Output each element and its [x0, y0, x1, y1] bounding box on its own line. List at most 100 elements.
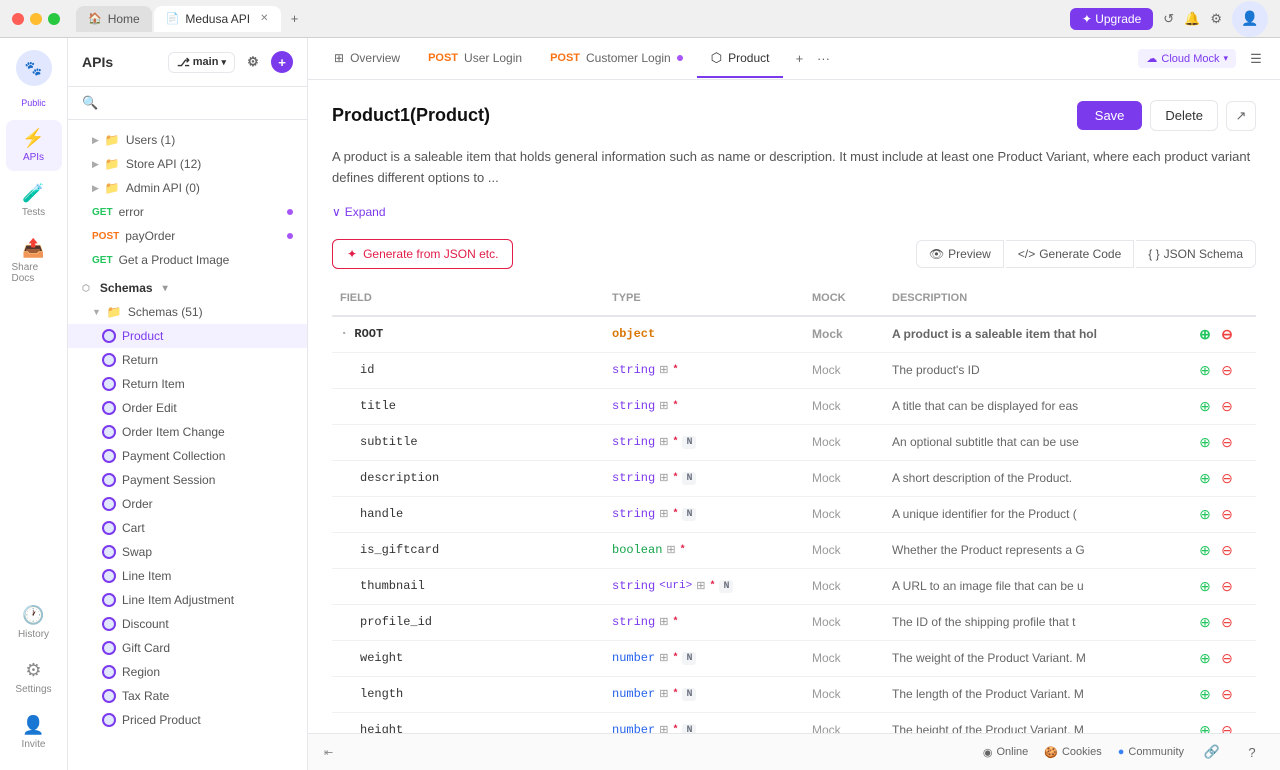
tree-item-region[interactable]: Region: [68, 660, 307, 684]
add-field-button[interactable]: ⊕: [1196, 577, 1214, 595]
remove-field-button[interactable]: ⊖: [1218, 361, 1236, 379]
field-mock[interactable]: Mock: [812, 579, 892, 593]
tree-item-line-item-adjustment[interactable]: Line Item Adjustment: [68, 588, 307, 612]
tab-user-login[interactable]: POST User Login: [414, 41, 536, 77]
add-field-button[interactable]: ⊕: [1196, 505, 1214, 523]
tree-item-admin-api[interactable]: ▶ 📁 Admin API (0): [68, 176, 307, 200]
field-mock[interactable]: Mock: [812, 543, 892, 557]
maximize-button[interactable]: [48, 13, 60, 25]
cloud-mock-selector[interactable]: ☁ Cloud Mock ▾: [1138, 49, 1236, 68]
sidebar-item-settings[interactable]: ⚙ Settings: [6, 652, 62, 703]
branch-selector[interactable]: ⎇ main ▾: [168, 52, 235, 73]
field-mock[interactable]: Mock: [812, 687, 892, 701]
remove-field-button[interactable]: ⊖: [1218, 685, 1236, 703]
remove-field-button[interactable]: ⊖: [1218, 433, 1236, 451]
generate-code-button[interactable]: </> Generate Code: [1006, 240, 1134, 268]
tree-item-product[interactable]: Product: [68, 324, 307, 348]
bell-icon[interactable]: 🔔: [1184, 11, 1200, 27]
remove-field-button[interactable]: ⊖: [1218, 721, 1236, 733]
tree-item-return[interactable]: Return: [68, 348, 307, 372]
search-input[interactable]: [104, 96, 293, 110]
add-field-button[interactable]: ⊕: [1196, 649, 1214, 667]
field-mock[interactable]: Mock: [812, 363, 892, 377]
add-field-button[interactable]: ⊕: [1196, 325, 1214, 343]
tree-item-users[interactable]: ▶ 📁 Users (1): [68, 128, 307, 152]
more-options-button[interactable]: ↗: [1226, 101, 1256, 131]
tree-item-priced-product[interactable]: Priced Product: [68, 708, 307, 732]
add-field-button[interactable]: ⊕: [1196, 397, 1214, 415]
tree-item-product-image[interactable]: GET Get a Product Image: [68, 248, 307, 272]
tree-item-discount[interactable]: Discount: [68, 612, 307, 636]
tree-item-payorder[interactable]: POST payOrder: [68, 224, 307, 248]
sidebar-item-history[interactable]: 🕐 History: [6, 597, 62, 648]
upgrade-button[interactable]: ✦ Upgrade: [1070, 8, 1153, 30]
field-mock[interactable]: Mock: [812, 651, 892, 665]
tree-item-order-item-change[interactable]: Order Item Change: [68, 420, 307, 444]
schemas-header[interactable]: ⬡ Schemas ▾: [68, 276, 307, 300]
browser-tab-medusa[interactable]: 📄 Medusa API ✕: [154, 6, 281, 32]
field-mock[interactable]: Mock: [812, 507, 892, 521]
add-field-button[interactable]: ⊕: [1196, 469, 1214, 487]
tree-item-return-item[interactable]: Return Item: [68, 372, 307, 396]
remove-field-button[interactable]: ⊖: [1218, 613, 1236, 631]
delete-button[interactable]: Delete: [1150, 100, 1218, 131]
refresh-icon[interactable]: ↺: [1163, 11, 1174, 27]
field-mock[interactable]: Mock: [812, 399, 892, 413]
tree-item-payment-collection[interactable]: Payment Collection: [68, 444, 307, 468]
preview-button[interactable]: 👁 Preview: [916, 240, 1004, 268]
add-field-button[interactable]: ⊕: [1196, 541, 1214, 559]
filter-button[interactable]: ⚙: [241, 50, 265, 74]
app-logo[interactable]: 🐾: [16, 50, 52, 86]
tree-item-store-api[interactable]: ▶ 📁 Store API (12): [68, 152, 307, 176]
add-field-button[interactable]: ⊕: [1196, 721, 1214, 733]
tab-close-icon[interactable]: ✕: [260, 13, 268, 24]
add-tab-button[interactable]: +: [787, 47, 811, 71]
json-schema-button[interactable]: { } JSON Schema: [1136, 240, 1256, 268]
browser-tab-home[interactable]: 🏠 Home: [76, 6, 152, 32]
tab-overview[interactable]: ⊞ Overview: [320, 41, 414, 77]
tree-item-order[interactable]: Order: [68, 492, 307, 516]
remove-field-button[interactable]: ⊖: [1218, 649, 1236, 667]
sidebar-item-invite[interactable]: 👤 Invite: [6, 707, 62, 758]
add-button[interactable]: +: [271, 51, 293, 73]
more-tabs-button[interactable]: ···: [811, 47, 835, 71]
sidebar-item-apis[interactable]: ⚡ APIs: [6, 120, 62, 171]
tree-item-line-item[interactable]: Line Item: [68, 564, 307, 588]
field-mock[interactable]: Mock: [812, 471, 892, 485]
tree-item-error[interactable]: GET error: [68, 200, 307, 224]
remove-field-button[interactable]: ⊖: [1218, 505, 1236, 523]
save-button[interactable]: Save: [1077, 101, 1143, 130]
tree-item-schemas-group[interactable]: ▼ 📁 Schemas (51): [68, 300, 307, 324]
tab-product[interactable]: ⬡ Product: [697, 40, 784, 78]
remove-field-button[interactable]: ⊖: [1218, 577, 1236, 595]
add-field-button[interactable]: ⊕: [1196, 433, 1214, 451]
settings-icon[interactable]: ⚙: [1210, 11, 1222, 27]
remove-field-button[interactable]: ⊖: [1218, 397, 1236, 415]
sidebar-item-tests[interactable]: 🧪 Tests: [6, 175, 62, 226]
generate-from-json-button[interactable]: ✦ Generate from JSON etc.: [332, 239, 513, 269]
add-field-button[interactable]: ⊕: [1196, 685, 1214, 703]
add-field-button[interactable]: ⊕: [1196, 613, 1214, 631]
tree-item-order-edit[interactable]: Order Edit: [68, 396, 307, 420]
tree-item-tax-rate[interactable]: Tax Rate: [68, 684, 307, 708]
field-mock[interactable]: Mock: [812, 327, 892, 341]
sidebar-item-share[interactable]: 📤 Share Docs: [6, 230, 62, 292]
tree-item-cart[interactable]: Cart: [68, 516, 307, 540]
user-avatar[interactable]: 👤: [1232, 1, 1268, 37]
field-mock[interactable]: Mock: [812, 615, 892, 629]
link-icon[interactable]: 🔗: [1200, 740, 1224, 764]
remove-field-button[interactable]: ⊖: [1218, 325, 1236, 343]
field-mock[interactable]: Mock: [812, 435, 892, 449]
tree-item-gift-card[interactable]: Gift Card: [68, 636, 307, 660]
tree-item-payment-session[interactable]: Payment Session: [68, 468, 307, 492]
add-field-button[interactable]: ⊕: [1196, 361, 1214, 379]
collapse-button[interactable]: ⇤: [324, 746, 333, 759]
minimize-button[interactable]: [30, 13, 42, 25]
community-status[interactable]: ● Community: [1118, 746, 1184, 758]
new-tab-button[interactable]: +: [283, 7, 307, 31]
close-button[interactable]: [12, 13, 24, 25]
expand-button[interactable]: ∨ Expand: [332, 205, 1256, 219]
remove-field-button[interactable]: ⊖: [1218, 469, 1236, 487]
tree-item-swap[interactable]: Swap: [68, 540, 307, 564]
menu-button[interactable]: ☰: [1244, 47, 1268, 71]
